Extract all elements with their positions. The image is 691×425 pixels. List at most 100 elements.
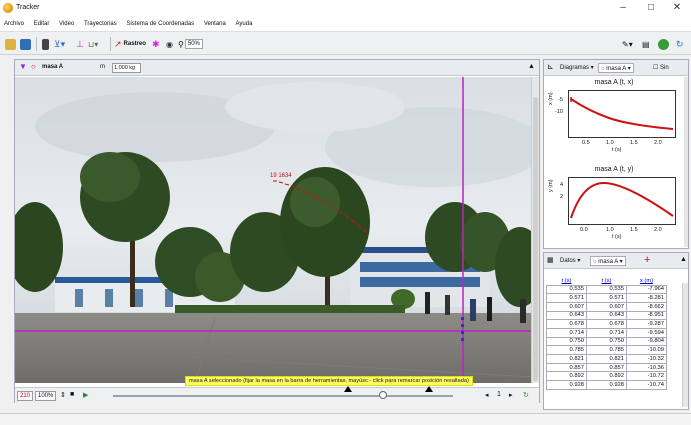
graph-track-dropdown[interactable]: ○ masa A ▾ — [598, 63, 634, 73]
rate-spinner-icon[interactable]: ⇕ — [60, 391, 66, 399]
menu-video[interactable]: Video — [55, 18, 78, 27]
diagramas-dropdown[interactable]: Diagramas ▾ — [558, 63, 596, 73]
clip-settings-button[interactable] — [42, 37, 49, 51]
coordinate-axes-button[interactable]: ⊥ — [76, 37, 84, 51]
menu-trayectorias[interactable]: Trayectorias — [80, 18, 121, 27]
menu-editar[interactable]: Editar — [30, 18, 54, 27]
data-table[interactable]: t (s) t (s) x (m) 0.535 0.535 -7.964 0.571… — [546, 277, 667, 390]
table-cell[interactable]: 0.928 — [586, 380, 627, 390]
close-button[interactable]: ✕ — [669, 1, 685, 15]
table-row[interactable]: 0.785 0.785 -10.09 — [546, 345, 667, 355]
loop-icon[interactable]: ↻ — [523, 391, 529, 399]
save-button[interactable] — [20, 37, 31, 51]
column-header[interactable]: t (s) — [587, 277, 627, 285]
table-cell[interactable]: 0.785 — [546, 345, 587, 355]
datos-dropdown[interactable]: Datos ▾ — [558, 256, 582, 266]
menu-ayuda[interactable]: Ayuda — [232, 18, 257, 27]
play-button[interactable]: ▶ — [83, 391, 88, 399]
table-cell[interactable]: 0.714 — [586, 327, 627, 338]
panel-collapse-icon[interactable]: ▲ — [680, 256, 687, 263]
open-folder-button[interactable] — [5, 37, 16, 51]
end-frame-marker[interactable] — [425, 386, 433, 392]
table-cell[interactable]: -9.287 — [626, 319, 667, 329]
video-scene[interactable]: 19 1634 — [15, 77, 531, 383]
minimize-button[interactable]: – — [615, 1, 631, 15]
table-cell[interactable]: 0.607 — [586, 301, 627, 312]
autotracker-button[interactable] — [658, 37, 669, 51]
table-cell[interactable]: 0.785 — [586, 345, 627, 355]
menu-sistema-coordenadas[interactable]: Sistema de Coordenadas — [122, 18, 198, 27]
table-cell[interactable]: 0.857 — [586, 362, 627, 373]
table-row[interactable]: 0.821 0.821 -10.32 — [546, 354, 667, 364]
table-row[interactable]: 0.678 0.678 -9.287 — [546, 319, 667, 329]
column-header[interactable]: t (s) — [547, 277, 587, 285]
maximize-button[interactable]: □ — [643, 1, 659, 15]
table-cell[interactable]: 0.857 — [546, 362, 587, 373]
video-frame[interactable]: 19 1634 — [15, 77, 531, 383]
zoom-field[interactable]: 50% — [184, 39, 203, 49]
table-cell[interactable]: 0.571 — [546, 293, 587, 303]
table-row[interactable]: 0.714 0.714 -9.594 — [546, 327, 667, 338]
table-row[interactable]: 0.535 0.535 -7.964 — [546, 284, 667, 295]
step-forward-button[interactable]: ▸ — [509, 391, 513, 399]
table-cell[interactable]: 0.535 — [586, 284, 627, 295]
position-marker-button[interactable]: ✱ — [152, 37, 160, 51]
mass-input[interactable]: 1.000 kg — [112, 63, 141, 73]
frame-slider-track[interactable] — [113, 395, 453, 397]
table-cell[interactable]: -10.09 — [626, 345, 667, 355]
menu-archivo[interactable]: Archivo — [0, 18, 28, 27]
table-row[interactable]: 0.750 0.750 -9.804 — [546, 336, 667, 347]
trace-rastreo-button[interactable]: ↗ Rastreo — [114, 37, 146, 51]
menu-ventana[interactable]: Ventana — [200, 18, 230, 27]
table-row[interactable]: 0.928 0.928 -10.74 — [546, 380, 667, 390]
track-menu-icon[interactable]: ▼ — [19, 62, 27, 71]
step-size-label[interactable]: 1 — [497, 391, 501, 398]
graphs-scrollbar[interactable] — [684, 77, 688, 247]
table-row[interactable]: 0.892 0.892 -10.72 — [546, 371, 667, 382]
table-cell[interactable]: -9.594 — [626, 327, 667, 338]
stop-button[interactable]: ■ — [70, 391, 74, 398]
table-cell[interactable]: 0.607 — [546, 301, 587, 312]
table-cell[interactable]: 0.714 — [546, 327, 587, 338]
playback-rate-field[interactable]: 100% — [35, 391, 57, 401]
frame-slider-knob[interactable] — [379, 391, 387, 399]
add-point-icon[interactable]: + — [644, 254, 650, 266]
table-cell[interactable]: 0.750 — [586, 336, 627, 347]
graph-x-vs-t[interactable]: masa A (t, x) x (m) -5 -10 0.5 1.0 1.5 2… — [544, 77, 684, 161]
table-cell[interactable]: 0.571 — [586, 293, 627, 303]
step-back-button[interactable]: ◂ — [485, 391, 489, 399]
table-cell[interactable]: -10.72 — [626, 371, 667, 382]
table-cell[interactable]: -8.281 — [626, 293, 667, 303]
table-cell[interactable]: -8.662 — [626, 301, 667, 312]
scroll-thumb[interactable] — [533, 97, 538, 381]
table-cell[interactable]: -10.32 — [626, 354, 667, 364]
table-track-dropdown[interactable]: ○ masa A ▾ — [590, 256, 626, 266]
visibility-button[interactable]: ◉ — [166, 37, 173, 51]
table-cell[interactable]: -10.36 — [626, 362, 667, 373]
calibration-button[interactable]: ⊻▾ — [54, 37, 65, 51]
panel-collapse-icon[interactable]: ▲ — [528, 63, 535, 70]
pencil-button[interactable]: ✎▾ — [622, 37, 633, 51]
table-cell[interactable]: -8.951 — [626, 310, 667, 321]
table-cell[interactable]: 0.678 — [586, 319, 627, 329]
table-cell[interactable]: 0.892 — [546, 371, 587, 382]
table-cell[interactable]: 0.643 — [546, 310, 587, 321]
table-cell[interactable]: -9.804 — [626, 336, 667, 347]
table-row[interactable]: 0.643 0.643 -8.951 — [546, 310, 667, 321]
table-scrollbar[interactable] — [682, 283, 688, 407]
frame-number-field[interactable]: 210 — [17, 391, 34, 401]
table-cell[interactable]: -10.74 — [626, 380, 667, 390]
table-cell[interactable]: 0.821 — [586, 354, 627, 364]
notes-button[interactable]: ▤ — [642, 37, 650, 51]
table-cell[interactable]: 0.643 — [586, 310, 627, 321]
graph2-plot-area[interactable] — [568, 177, 676, 225]
refresh-button[interactable]: ↻ — [676, 37, 684, 51]
table-cell[interactable]: -7.964 — [626, 284, 667, 295]
create-track-button[interactable]: ⊔▾ — [88, 37, 98, 51]
table-row[interactable]: 0.607 0.607 -8.662 — [546, 301, 667, 312]
table-cell[interactable]: 0.678 — [546, 319, 587, 329]
table-cell[interactable]: 0.821 — [546, 354, 587, 364]
column-header[interactable]: x (m) — [627, 277, 667, 285]
graph-y-vs-t[interactable]: masa A (t, y) y (m) 4 2 0.0 1.0 1.5 2.0 … — [544, 164, 684, 248]
table-cell[interactable]: 0.750 — [546, 336, 587, 347]
